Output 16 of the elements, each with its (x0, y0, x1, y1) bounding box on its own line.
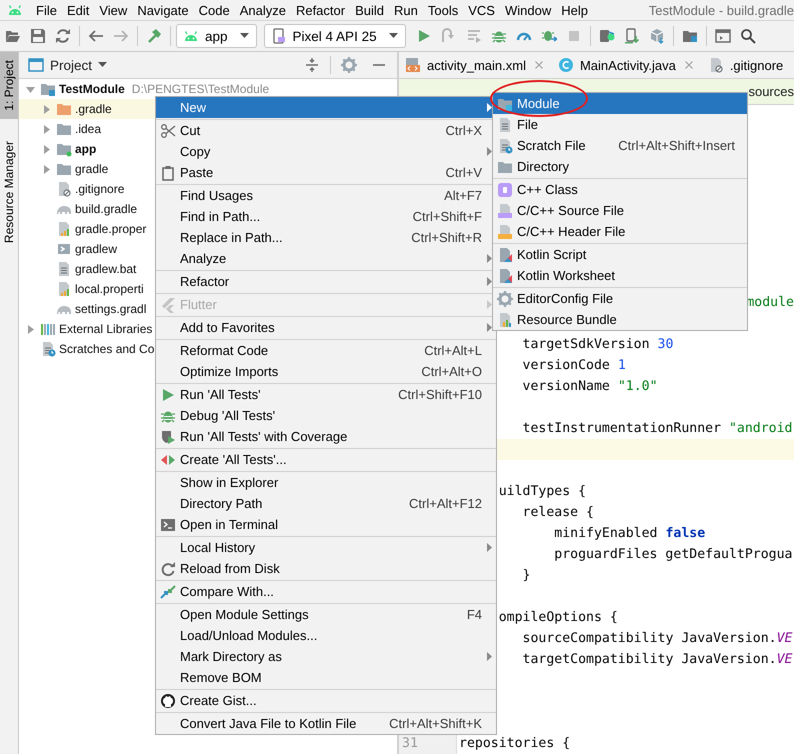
line-number: 31 (402, 736, 418, 751)
code-line: testInstrumentationRunner "android (522, 421, 792, 436)
code-line: versionCode 1 (522, 358, 626, 373)
window-title: TestModule - build.gradle (648, 2, 794, 18)
code-line: uildTypes { (498, 484, 586, 499)
code-line: release { (522, 505, 594, 520)
banner-text: sources (748, 84, 794, 100)
code-line: sourceCompatibility JavaVersion.VE (522, 631, 792, 646)
code-line: minifyEnabled false (554, 526, 706, 541)
code-line: proguardFiles getDefaultProgua (554, 547, 792, 562)
code-line: ompileOptions { (498, 610, 618, 625)
code-line: versionName "1.0" (522, 379, 658, 394)
code-line: targetCompatibility JavaVersion.VE (522, 652, 792, 667)
code-line: } (522, 568, 530, 583)
code-line: repositories { (459, 736, 570, 751)
code-line: targetSdkVersion 30 (522, 337, 674, 352)
